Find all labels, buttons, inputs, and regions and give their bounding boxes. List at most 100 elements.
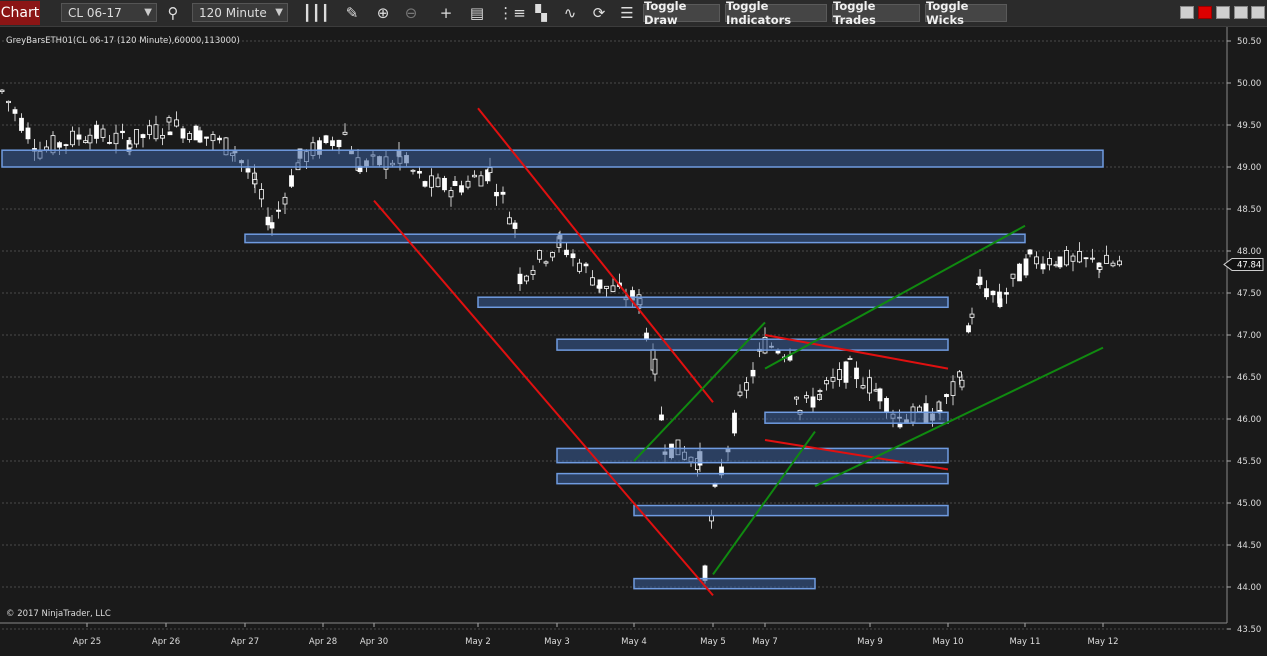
candle-body (435, 177, 441, 188)
date-label: May 11 (1009, 637, 1040, 647)
candle-body (276, 209, 281, 212)
toggle-indicators-button[interactable]: Toggle Indicators (725, 0, 827, 27)
candle-body (323, 135, 329, 144)
bars-icon[interactable]: ⋮≡ (498, 3, 526, 23)
candle-body (1110, 262, 1116, 267)
candle-body (830, 377, 836, 382)
candle-body (153, 124, 159, 140)
candle-body (590, 277, 595, 286)
candle-body (269, 222, 275, 229)
candle-body (583, 263, 589, 267)
window-close-button[interactable] (1251, 6, 1265, 19)
candle-body (289, 175, 294, 187)
candle-body (94, 124, 99, 139)
strategy-icon[interactable]: ∿ (560, 3, 580, 23)
candle-body (252, 179, 258, 185)
toggle-trades-button[interactable]: Toggle Trades (832, 0, 920, 27)
instrument-selector[interactable]: CL 06-17 ▼ (61, 3, 157, 22)
reload-icon[interactable]: ⟳ (589, 3, 609, 23)
candle-body (140, 134, 146, 138)
candle-body (282, 196, 288, 205)
candle-body (330, 140, 335, 147)
candle-body (1064, 250, 1069, 266)
candle-body (530, 269, 536, 275)
candle-body (512, 222, 518, 229)
candle-body (659, 414, 664, 421)
candle-body (1104, 254, 1109, 264)
candle-body (1077, 250, 1082, 263)
candle-body (57, 142, 62, 148)
candle-body (245, 168, 251, 173)
candle-body (750, 369, 756, 377)
candle-body (193, 125, 199, 141)
date-label: May 5 (700, 637, 726, 647)
price-label: 48.50 (1237, 205, 1261, 215)
candle-body (817, 390, 823, 392)
candle-body (597, 279, 603, 289)
candle-body (873, 389, 879, 392)
zoom-out-icon[interactable]: ⊖ (401, 3, 421, 23)
price-zone (764, 411, 949, 424)
candle-body (265, 216, 271, 226)
candle-body (452, 180, 458, 187)
candle-body (1027, 249, 1033, 255)
candle-body (990, 290, 996, 296)
candle-body (134, 129, 139, 145)
candle-body (652, 358, 658, 375)
candle-body (417, 171, 422, 174)
list-icon[interactable]: ☰ (617, 3, 637, 23)
candle-body (744, 382, 749, 391)
price-chart[interactable]: 50.50 50.00 49.50 49.00 48.50 48.00 47.50 47.00… (0, 27, 1267, 656)
candle-body (644, 332, 649, 340)
candle-body (1097, 266, 1103, 270)
candle-body (543, 261, 549, 264)
date-label: May 9 (857, 637, 883, 647)
candle-body (410, 169, 416, 172)
price-label: 45.50 (1237, 457, 1261, 467)
candle-body (775, 350, 781, 354)
candle-body (76, 134, 82, 140)
candle-body (984, 288, 989, 298)
properties-icon[interactable]: ▚ (531, 3, 551, 23)
chart-tab[interactable]: Chart (0, 1, 40, 25)
candle-body (1057, 256, 1063, 268)
candle-body (966, 325, 971, 333)
candle-body (87, 134, 93, 144)
crosshair-icon[interactable]: + (436, 3, 456, 23)
candle-body (847, 358, 853, 360)
toggle-wicks-button[interactable]: Toggle Wicks (925, 0, 1007, 27)
interval-selector[interactable]: 120 Minute ▼ (192, 3, 288, 22)
toggle-draw-button[interactable]: Toggle Draw (643, 0, 720, 27)
candle-body (487, 167, 493, 174)
date-label: Apr 26 (152, 637, 180, 647)
price-label: 46.50 (1237, 373, 1261, 383)
window-restore-button[interactable] (1180, 6, 1194, 19)
candle-body (524, 275, 529, 282)
zoom-in-icon[interactable]: ⊕ (373, 3, 393, 23)
window-close-red-button[interactable] (1198, 6, 1212, 19)
price-label: 47.00 (1237, 331, 1261, 341)
candle-body (867, 377, 872, 394)
date-label: Apr 30 (360, 637, 388, 647)
window-minimize-button[interactable] (1216, 6, 1230, 19)
candle-body (44, 146, 49, 151)
candle-body (1053, 264, 1059, 267)
bar-type-icon[interactable]: ┃┃┃ (302, 3, 329, 23)
candle-body (1017, 263, 1022, 282)
candle-body (204, 136, 209, 139)
candle-body (877, 388, 883, 402)
candle-body (804, 395, 809, 399)
candle-body (1023, 258, 1029, 276)
date-label: May 12 (1087, 637, 1118, 647)
candle-body (120, 130, 125, 134)
price-label: 44.00 (1237, 583, 1261, 593)
date-label: May 10 (932, 637, 963, 647)
date-label: May 4 (621, 637, 647, 647)
pencil-icon[interactable]: ✎ (342, 3, 362, 23)
candle-body (1040, 263, 1046, 270)
candle-body (732, 412, 737, 434)
search-icon[interactable]: ⚲ (163, 3, 183, 23)
window-maximize-button[interactable] (1234, 6, 1248, 19)
price-label: 49.50 (1237, 121, 1261, 131)
data-box-icon[interactable]: ▤ (467, 3, 487, 23)
